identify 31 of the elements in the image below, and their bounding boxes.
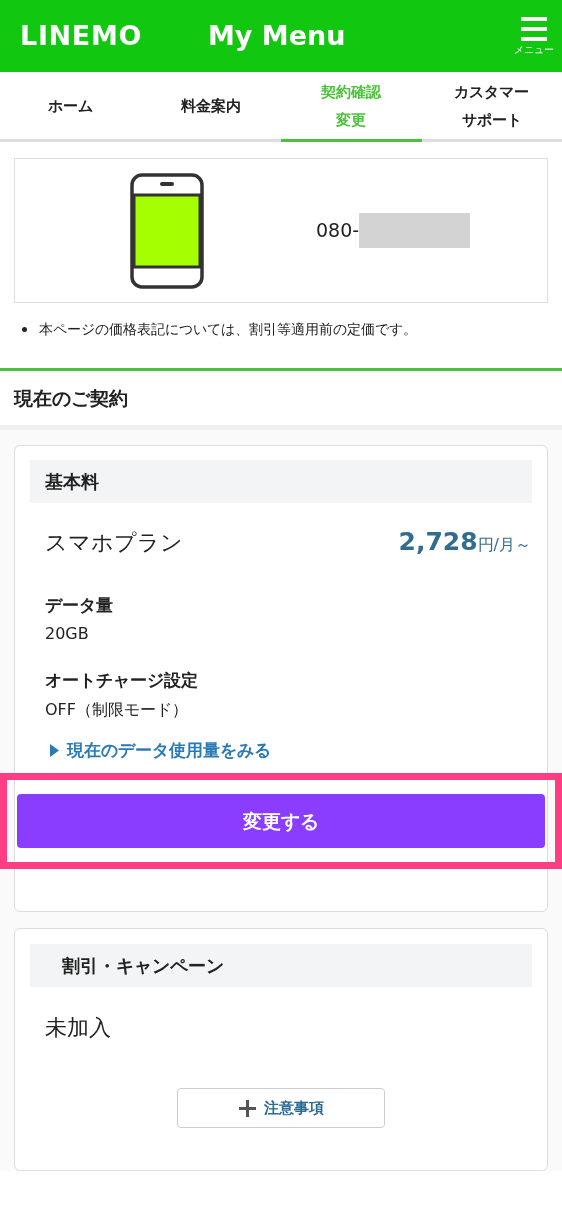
change-button[interactable]: 変更する bbox=[17, 794, 545, 848]
usage-link[interactable]: 現在のデータ使用量をみる bbox=[50, 737, 512, 763]
section-title: 現在のご契約 bbox=[14, 385, 128, 411]
notes-button[interactable]: 注意事項 bbox=[177, 1088, 385, 1128]
tab-label-line: ホーム bbox=[47, 95, 93, 117]
tab-label-line: 契約確認 bbox=[321, 81, 382, 103]
detail-label: オートチャージ設定 bbox=[45, 669, 199, 692]
menu-icon bbox=[519, 15, 549, 42]
smartphone-icon bbox=[130, 172, 204, 289]
price-unit: 円/月～ bbox=[477, 534, 531, 556]
phone-number: 080- bbox=[316, 218, 360, 244]
tab-label-line: 変更 bbox=[336, 109, 367, 131]
page-title: My Menu bbox=[208, 18, 347, 53]
triangle-icon bbox=[50, 743, 59, 757]
tab-label-line: 料金案内 bbox=[180, 95, 241, 117]
detail-value: OFF（制限モード） bbox=[45, 698, 189, 721]
nav-tab[interactable]: カスタマー サポート bbox=[421, 72, 562, 142]
detail-value: 20GB bbox=[45, 623, 90, 645]
nav-tab[interactable]: ホーム bbox=[0, 72, 141, 142]
discount-status: 未加入 bbox=[44, 1014, 112, 1042]
price-note: 本ページの価格表記については、割引等適用前の定価です。 bbox=[39, 320, 417, 339]
nav-tab[interactable]: 料金案内 bbox=[140, 72, 281, 142]
tab-label-line: サポート bbox=[461, 109, 522, 131]
tab-label-line: カスタマー bbox=[454, 81, 530, 103]
bullet-icon bbox=[22, 327, 27, 332]
card-heading: 割引・キャンペーン bbox=[30, 944, 532, 987]
card-heading: 基本料 bbox=[30, 460, 532, 503]
plan-name: スマホプラン bbox=[45, 529, 184, 557]
detail-label: データ量 bbox=[45, 593, 114, 617]
price-amount: 2,728 bbox=[398, 526, 478, 558]
plus-icon bbox=[238, 1099, 256, 1117]
